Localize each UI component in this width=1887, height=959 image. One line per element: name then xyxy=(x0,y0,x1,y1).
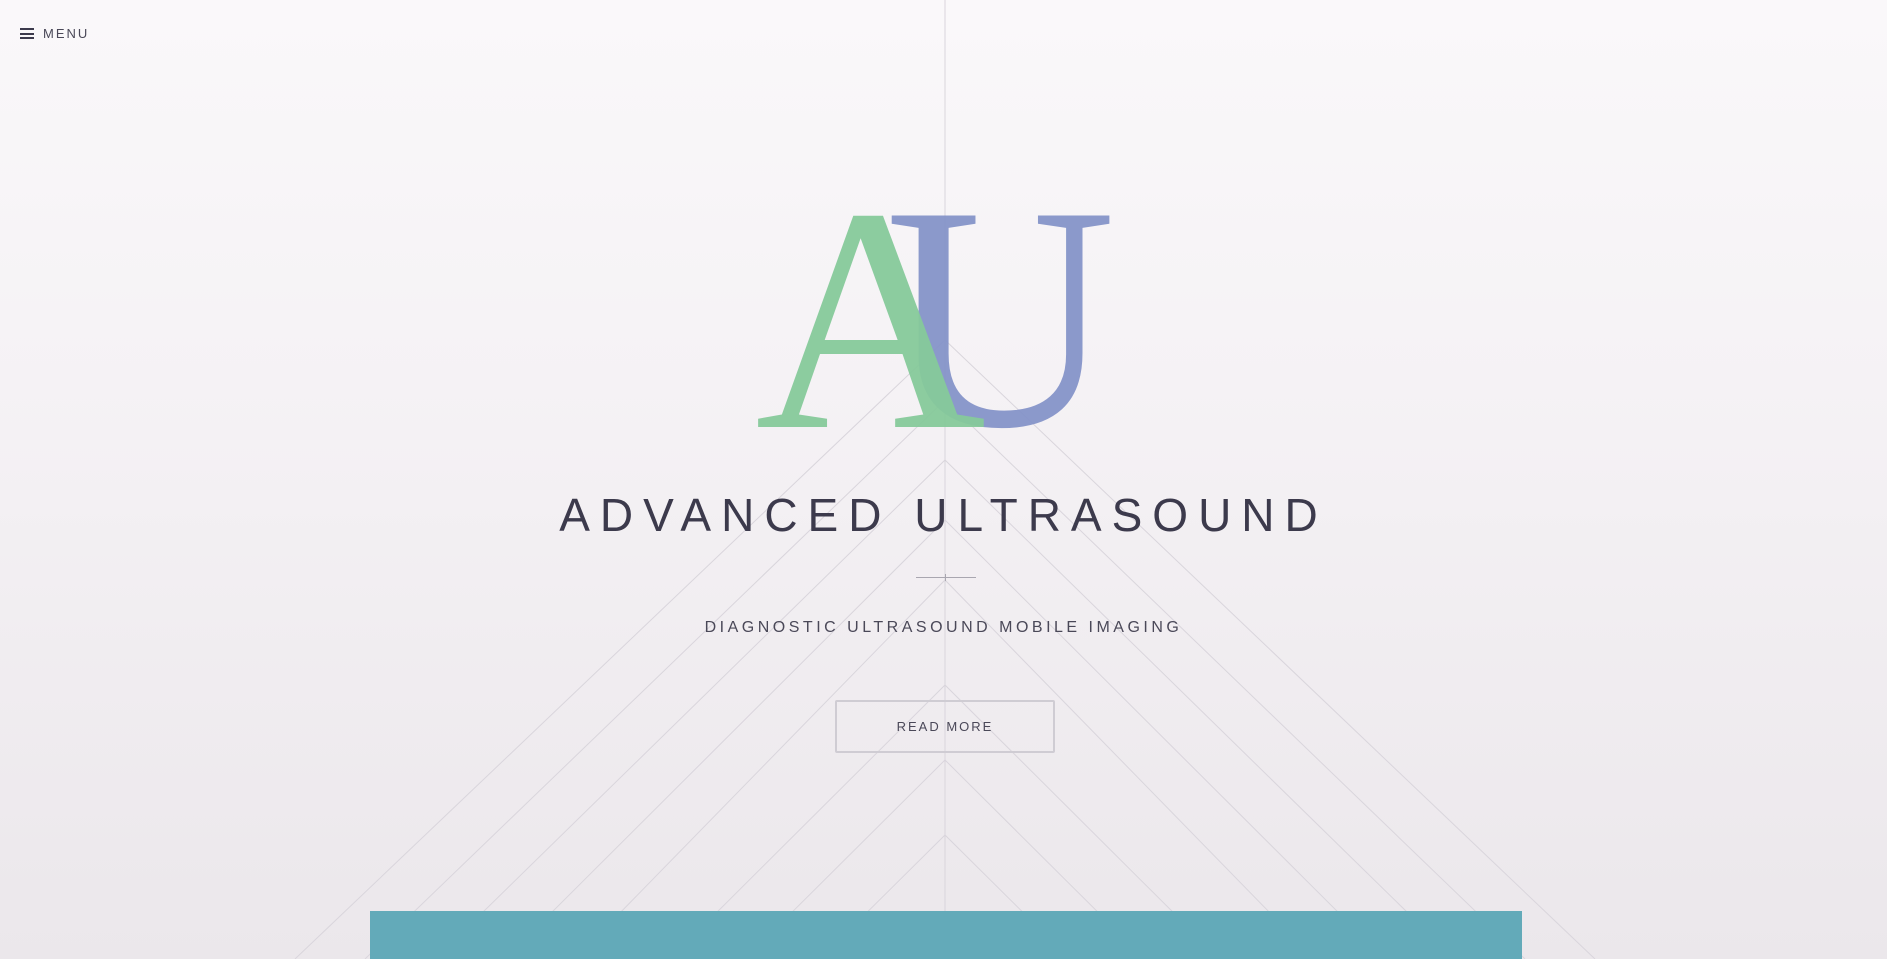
title-divider xyxy=(916,574,976,581)
advanced-ultrasound-logo: U A xyxy=(694,170,1191,435)
hamburger-menu-icon xyxy=(20,28,34,39)
content-panel xyxy=(370,911,1522,959)
page-title: ADVANCED ULTRASOUND xyxy=(559,489,1328,541)
menu-button[interactable]: MENU xyxy=(20,26,89,41)
page-subtitle: DIAGNOSTIC ULTRASOUND MOBILE IMAGING xyxy=(704,619,1183,636)
background-line-pattern xyxy=(294,0,1596,959)
menu-label: MENU xyxy=(43,26,90,41)
divider-tick xyxy=(945,574,946,581)
read-more-button[interactable]: READ MORE xyxy=(835,700,1055,753)
logo-letter-a: A xyxy=(755,170,986,435)
